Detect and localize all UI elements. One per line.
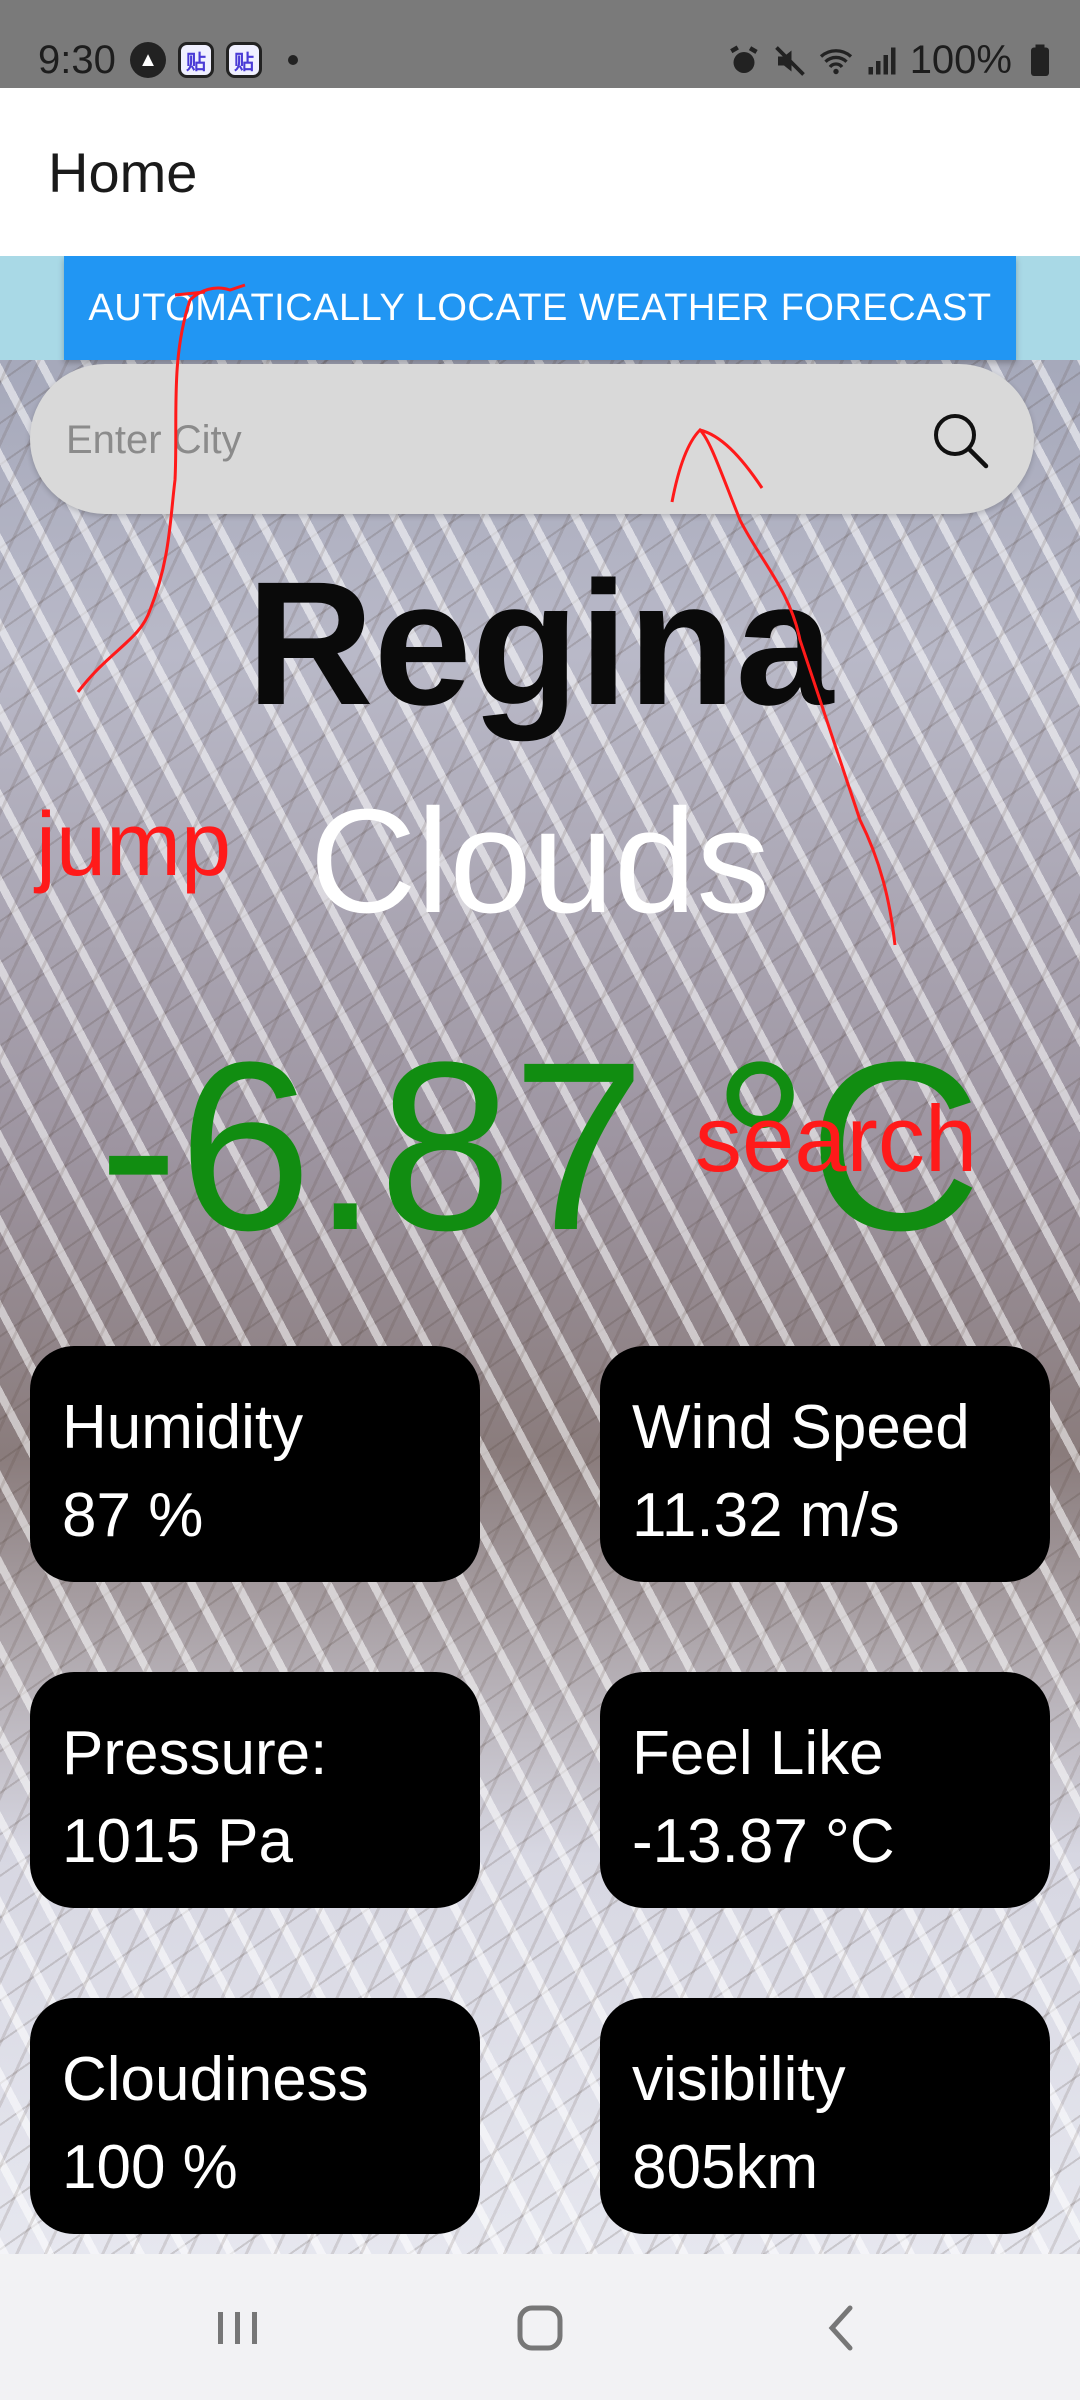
wind-speed-card: Wind Speed 11.32 m/s (600, 1346, 1050, 1582)
card-value: 805km (632, 2133, 819, 2202)
card-title: Pressure: (62, 1719, 328, 1788)
more-notifications-dot-icon (288, 55, 298, 65)
app-bar: Home (0, 88, 1080, 256)
auto-locate-button[interactable]: AUTOMATICALLY LOCATE WEATHER FORECAST (64, 256, 1016, 360)
humidity-card: Humidity 87 % (30, 1346, 480, 1582)
status-bar: 9:30 ▲ 贴 贴 100% (0, 0, 1080, 88)
card-title: Wind Speed (632, 1393, 970, 1462)
city-search-input[interactable] (64, 404, 868, 476)
feels-like-card: Feel Like -13.87 °C (600, 1672, 1050, 1908)
city-name: Regina (246, 546, 834, 742)
card-title: visibility (632, 2045, 846, 2114)
app-badge-icon-2: 贴 (226, 42, 262, 78)
card-value: -13.87 °C (632, 1807, 895, 1876)
search-icon[interactable] (928, 408, 992, 472)
mute-icon (774, 45, 805, 76)
status-notification-icons: ▲ 贴 贴 (130, 42, 298, 78)
search-annotation: search (695, 1086, 978, 1191)
app-badge-icon-1: 贴 (178, 42, 214, 78)
card-title: Cloudiness (62, 2045, 369, 2114)
alarm-icon (729, 44, 758, 73)
pressure-card: Pressure: 1015 Pa (30, 1672, 480, 1908)
signal-icon (868, 47, 896, 74)
battery-icon (1031, 44, 1049, 76)
navigation-arrow-icon: ▲ (130, 42, 166, 78)
card-value: 87 % (62, 1481, 204, 1550)
recent-apps-icon[interactable] (208, 2298, 268, 2358)
cloudiness-card: Cloudiness 100 % (30, 1998, 480, 2234)
battery-percent: 100% (909, 38, 1012, 82)
page-title: Home (48, 141, 198, 204)
system-nav-bar (0, 2254, 1080, 2400)
back-icon[interactable] (812, 2298, 872, 2358)
weather-main: AUTOMATICALLY LOCATE WEATHER FORECAST Re… (0, 256, 1080, 2254)
card-value: 100 % (62, 2133, 238, 2202)
jump-annotation: jump (36, 795, 232, 895)
home-icon[interactable] (510, 2298, 570, 2358)
visibility-card: visibility 805km (600, 1998, 1050, 2234)
card-title: Humidity (62, 1393, 304, 1462)
card-value: 1015 Pa (62, 1807, 293, 1876)
card-title: Feel Like (632, 1719, 884, 1788)
status-time: 9:30 (38, 38, 116, 82)
search-bar (30, 364, 1034, 514)
card-value: 11.32 m/s (632, 1481, 900, 1550)
wifi-icon (819, 48, 852, 74)
status-right-group: 100% (726, 38, 1058, 83)
